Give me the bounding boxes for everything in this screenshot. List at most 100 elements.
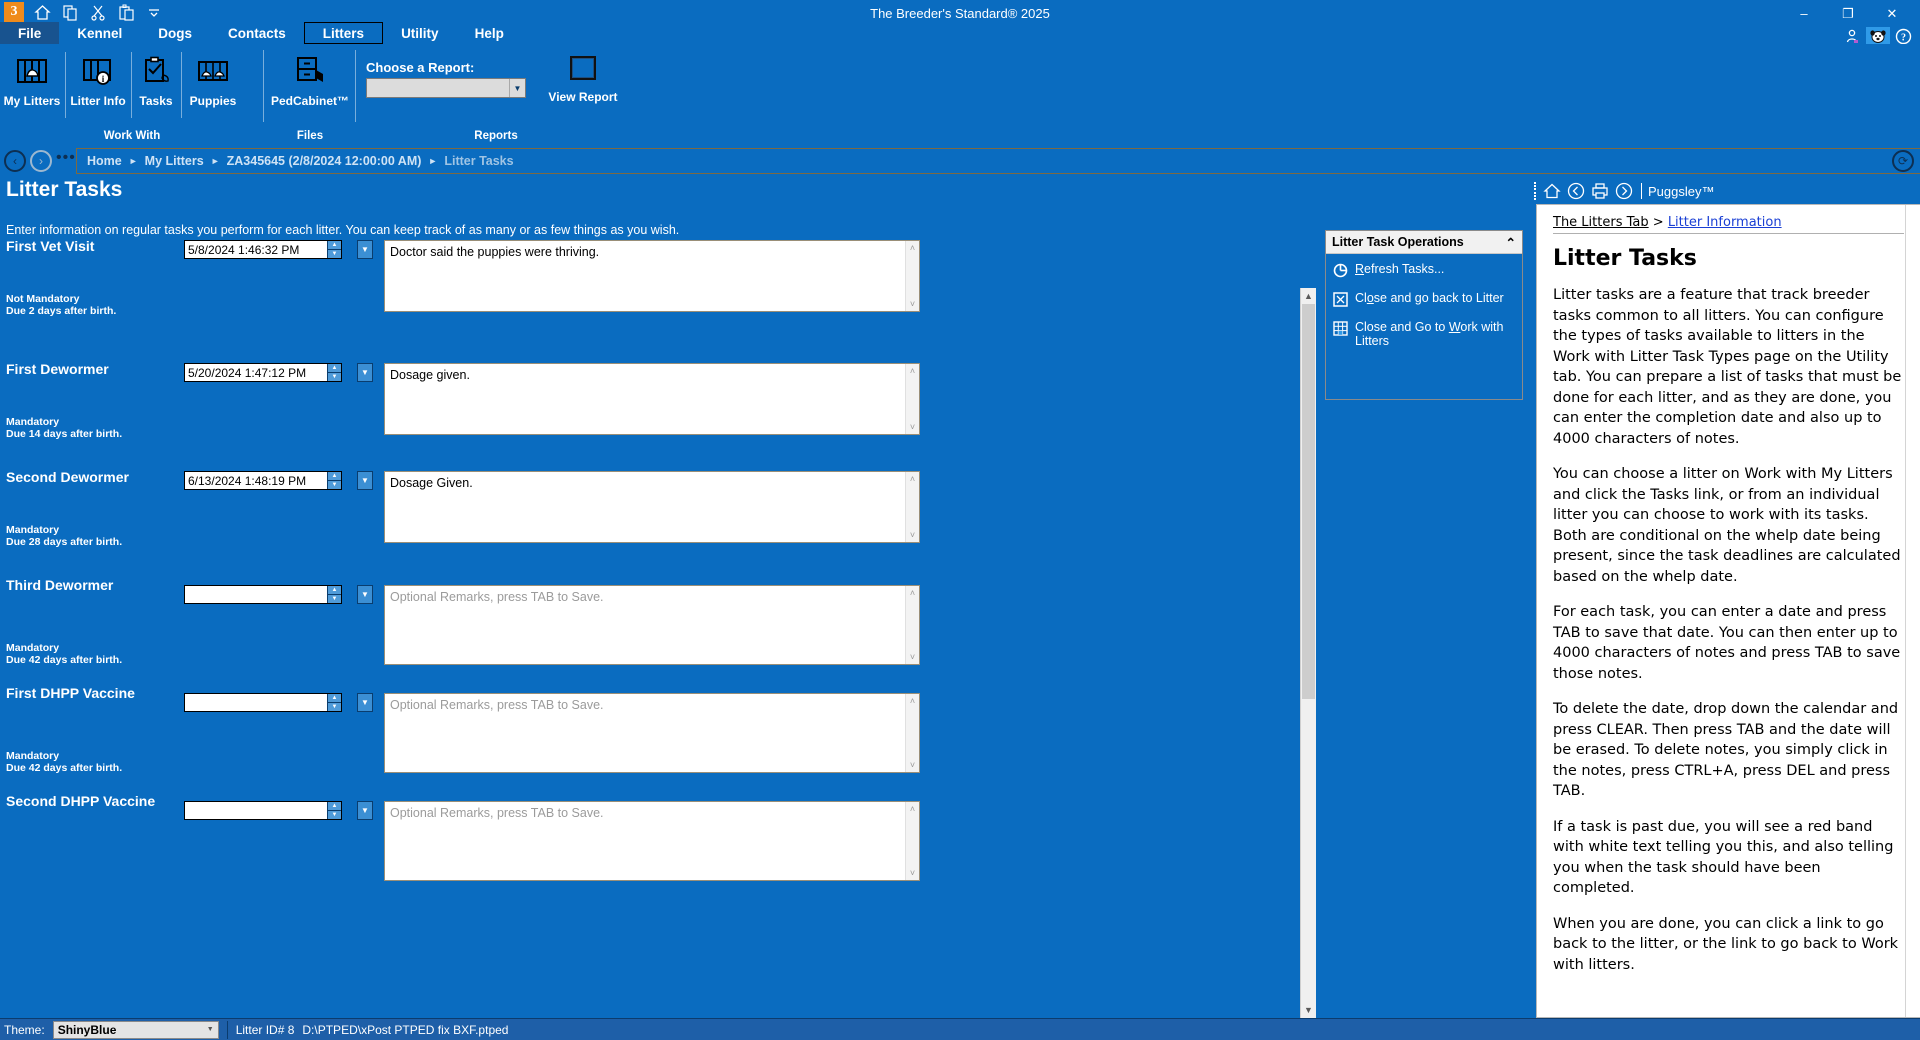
date-spinner[interactable]: ▲ ▼: [327, 364, 341, 381]
task-date-input[interactable]: ▲ ▼: [184, 585, 342, 604]
scrollbar-thumb[interactable]: [1302, 304, 1315, 699]
task-date-input[interactable]: ▲ ▼: [184, 693, 342, 712]
notes-scrollbar[interactable]: ˄ ˅: [905, 472, 919, 542]
forward-button[interactable]: ›: [30, 150, 52, 172]
date-spinner[interactable]: ▲ ▼: [327, 586, 341, 603]
date-dropdown-button[interactable]: ▼: [357, 471, 373, 490]
task-notes-input[interactable]: Optional Remarks, press TAB to Save. ˄ ˅: [384, 585, 920, 665]
ribbon-label-tasks: Tasks: [139, 94, 173, 108]
breadcrumb-separator-icon: ►: [210, 156, 220, 166]
help-home-icon[interactable]: [1541, 180, 1563, 202]
customize-qat-icon[interactable]: [144, 2, 164, 22]
operation-refresh-tasks[interactable]: Refresh Tasks...: [1332, 262, 1516, 278]
help-back-icon[interactable]: [1565, 180, 1587, 202]
menu-tab-help[interactable]: Help: [457, 22, 522, 44]
notes-scrollbar[interactable]: ˄ ˅: [905, 694, 919, 772]
scroll-up-icon[interactable]: ▲: [1301, 288, 1316, 304]
task-mandatory: Mandatory: [6, 642, 60, 654]
breadcrumb-item-my-litters[interactable]: My Litters: [145, 154, 204, 168]
task-notes-input[interactable]: Optional Remarks, press TAB to Save. ˄ ˅: [384, 801, 920, 881]
menu-tab-file[interactable]: File: [0, 22, 60, 44]
task-date-input[interactable]: 5/8/2024 1:46:32 PM ▲ ▼: [184, 240, 342, 259]
notes-scrollbar[interactable]: ˄ ˅: [905, 364, 919, 434]
home-icon[interactable]: [32, 2, 52, 22]
operation-label-rest: se and go back to Litter: [1373, 291, 1504, 305]
task-date-value: 5/8/2024 1:46:32 PM: [188, 243, 300, 257]
notes-scrollbar[interactable]: ˄ ˅: [905, 241, 919, 311]
more-nav-icon[interactable]: •••: [56, 150, 76, 169]
task-notes-input[interactable]: Doctor said the puppies were thriving. ˄…: [384, 240, 920, 312]
date-spinner[interactable]: ▲ ▼: [327, 472, 341, 489]
theme-select[interactable]: ShinyBlue ▼: [52, 1020, 219, 1039]
menu-tab-contacts[interactable]: Contacts: [210, 22, 304, 44]
task-notes-value: Dosage Given.: [390, 476, 473, 490]
refresh-button[interactable]: ⟳: [1892, 150, 1914, 172]
date-spinner[interactable]: ▲ ▼: [327, 241, 341, 258]
help-breadcrumb-parent[interactable]: The Litters Tab: [1553, 215, 1649, 230]
clipboard-check-icon: [141, 50, 171, 92]
breadcrumb-item-litter-id[interactable]: ZA345645 (2/8/2024 12:00:00 AM): [227, 154, 422, 168]
task-date-input[interactable]: 6/13/2024 1:48:19 PM ▲ ▼: [184, 471, 342, 490]
report-select[interactable]: ▼: [366, 78, 526, 98]
notes-scrollbar[interactable]: ˄ ˅: [905, 586, 919, 664]
help-paragraph: To delete the date, drop down the calend…: [1553, 701, 1899, 799]
scroll-down-icon: ˅: [909, 299, 916, 309]
date-spinner[interactable]: ▲ ▼: [327, 694, 341, 711]
ribbon-group-label-work-with: Work With: [103, 130, 161, 142]
help-breadcrumb-current[interactable]: Litter Information: [1668, 215, 1782, 230]
back-button[interactable]: ‹: [4, 150, 26, 172]
copy-icon[interactable]: [60, 2, 80, 22]
file-cabinet-icon: [294, 50, 326, 92]
ribbon-button-puppies[interactable]: Puppies: [182, 50, 244, 120]
date-spinner[interactable]: ▲ ▼: [327, 802, 341, 819]
ribbon-button-my-litters[interactable]: My Litters: [0, 50, 66, 120]
menu-tab-kennel[interactable]: Kennel: [59, 22, 140, 44]
refresh-icon: [1332, 262, 1348, 278]
scroll-down-icon: ˅: [909, 422, 916, 432]
menu-tab-dogs[interactable]: Dogs: [140, 22, 210, 44]
menu-tab-utility[interactable]: Utility: [383, 22, 457, 44]
date-dropdown-button[interactable]: ▼: [357, 585, 373, 604]
ribbon-group-reports: Choose a Report: ▼ View Report Reports: [356, 44, 636, 144]
help-forward-icon[interactable]: [1613, 180, 1635, 202]
help-scrollbar[interactable]: [1905, 205, 1920, 1017]
scrollbar-track[interactable]: [1301, 304, 1316, 1002]
task-date-input[interactable]: ▲ ▼: [184, 801, 342, 820]
breadcrumb-item-home[interactable]: Home: [87, 154, 122, 168]
task-date-value: [185, 694, 327, 711]
operation-close-go-to-work-with-litters[interactable]: Close and Go to Work with Litters: [1332, 320, 1516, 348]
ribbon-button-litter-info[interactable]: i Litter Info: [66, 50, 132, 120]
date-dropdown-button[interactable]: ▼: [357, 240, 373, 259]
task-date-value: 6/13/2024 1:48:19 PM: [188, 474, 307, 488]
grid-litters-icon: [1332, 320, 1348, 336]
scroll-down-icon: ˅: [909, 760, 916, 770]
view-report-button[interactable]: View Report: [548, 50, 618, 120]
date-dropdown-button[interactable]: ▼: [357, 693, 373, 712]
operation-close-back-to-litter[interactable]: Close and go back to Litter: [1332, 291, 1516, 307]
menu-tab-litters[interactable]: Litters: [303, 22, 384, 44]
paste-icon[interactable]: [116, 2, 136, 22]
task-notes-input[interactable]: Dosage given. ˄ ˅: [384, 363, 920, 435]
task-notes-input[interactable]: Optional Remarks, press TAB to Save. ˄ ˅: [384, 693, 920, 773]
task-mandatory: Mandatory: [6, 416, 60, 428]
operation-accesskey: o: [1366, 291, 1374, 305]
task-row: First Dewormer Mandatory Due 14 days aft…: [0, 361, 1300, 469]
application-window: The Breeder's Standard® 2025 3 – ❐ ✕ ? F…: [0, 0, 1920, 1040]
help-breadcrumb-separator: >: [1652, 215, 1664, 230]
drag-handle[interactable]: [1534, 182, 1539, 200]
scroll-down-icon[interactable]: ▼: [1301, 1002, 1316, 1018]
nav-buttons: ‹ › •••: [4, 150, 76, 172]
task-date-input[interactable]: 5/20/2024 1:47:12 PM ▲ ▼: [184, 363, 342, 382]
ribbon-button-tasks[interactable]: Tasks: [132, 50, 182, 120]
collapse-icon[interactable]: ⌃: [1506, 235, 1516, 250]
task-notes-input[interactable]: Dosage Given. ˄ ˅: [384, 471, 920, 543]
page-scrollbar[interactable]: ▲ ▼: [1300, 288, 1316, 1018]
date-dropdown-button[interactable]: ▼: [357, 801, 373, 820]
help-breadcrumb: The Litters Tab > Litter Information: [1553, 215, 1904, 234]
ribbon-button-pedcabinet[interactable]: PedCabinet™: [266, 50, 354, 120]
help-print-icon[interactable]: [1589, 180, 1611, 202]
help-content: The Litters Tab > Litter Information Lit…: [1536, 204, 1920, 1018]
cut-icon[interactable]: [88, 2, 108, 22]
date-dropdown-button[interactable]: ▼: [357, 363, 373, 382]
notes-scrollbar[interactable]: ˄ ˅: [905, 802, 919, 880]
